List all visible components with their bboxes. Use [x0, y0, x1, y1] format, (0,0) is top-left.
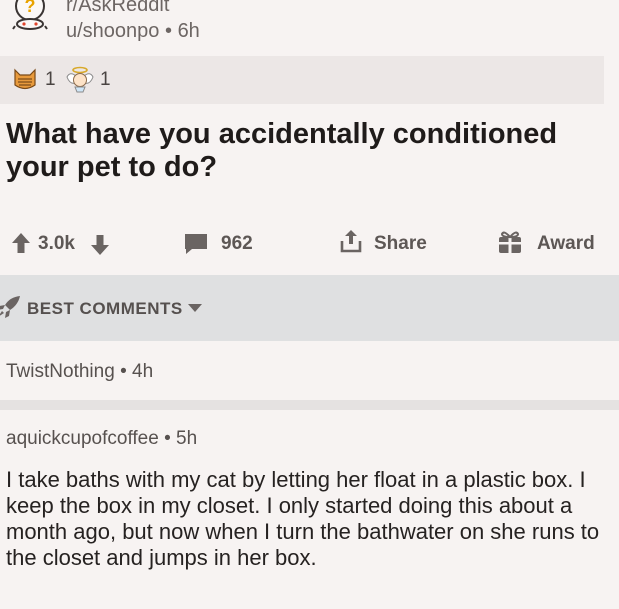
meta-separator: • — [164, 20, 172, 42]
rocket-icon[interactable] — [0, 295, 22, 319]
post-title[interactable]: What have you accidentally conditioned y… — [6, 118, 606, 184]
svg-text:?: ? — [25, 0, 36, 16]
cat-face-award-icon[interactable] — [12, 67, 38, 91]
gift-icon[interactable] — [497, 229, 523, 255]
comment-icon[interactable] — [183, 232, 209, 256]
downvote-icon[interactable] — [90, 234, 110, 256]
sort-dropdown-label[interactable]: BEST COMMENTS — [27, 299, 183, 319]
award-count: 1 — [45, 69, 56, 90]
comment-meta: TwistNothing • 4h — [6, 361, 153, 383]
vote-count: 3.0k — [38, 233, 75, 254]
post-meta: u/shoonpo • 6h — [66, 20, 200, 43]
comment-age: 5h — [176, 428, 198, 449]
award-count: 1 — [100, 69, 111, 90]
comment-body: I take baths with my cat by letting her … — [6, 467, 600, 570]
comment-count[interactable]: 962 — [221, 233, 253, 255]
post-age: 6h — [177, 20, 200, 42]
comment-author[interactable]: TwistNothing — [6, 361, 115, 382]
comment-author[interactable]: aquickcupofcoffee — [6, 428, 159, 449]
comment-meta: aquickcupofcoffee • 5h — [6, 428, 197, 450]
comment-divider — [0, 400, 619, 410]
meta-separator: • — [164, 428, 171, 449]
subreddit-name[interactable]: r/AskReddit — [66, 0, 169, 17]
chevron-down-icon[interactable] — [187, 303, 203, 313]
share-icon[interactable] — [339, 228, 363, 254]
award-button[interactable]: Award — [537, 233, 595, 255]
meta-separator: • — [120, 361, 127, 382]
comment-age: 4h — [132, 361, 154, 382]
subreddit-icon[interactable]: ? — [10, 0, 50, 32]
angel-award-icon[interactable] — [65, 65, 95, 93]
share-button[interactable]: Share — [374, 233, 427, 255]
upvote-icon[interactable] — [11, 232, 31, 254]
post-author[interactable]: u/shoonpo — [66, 20, 159, 42]
